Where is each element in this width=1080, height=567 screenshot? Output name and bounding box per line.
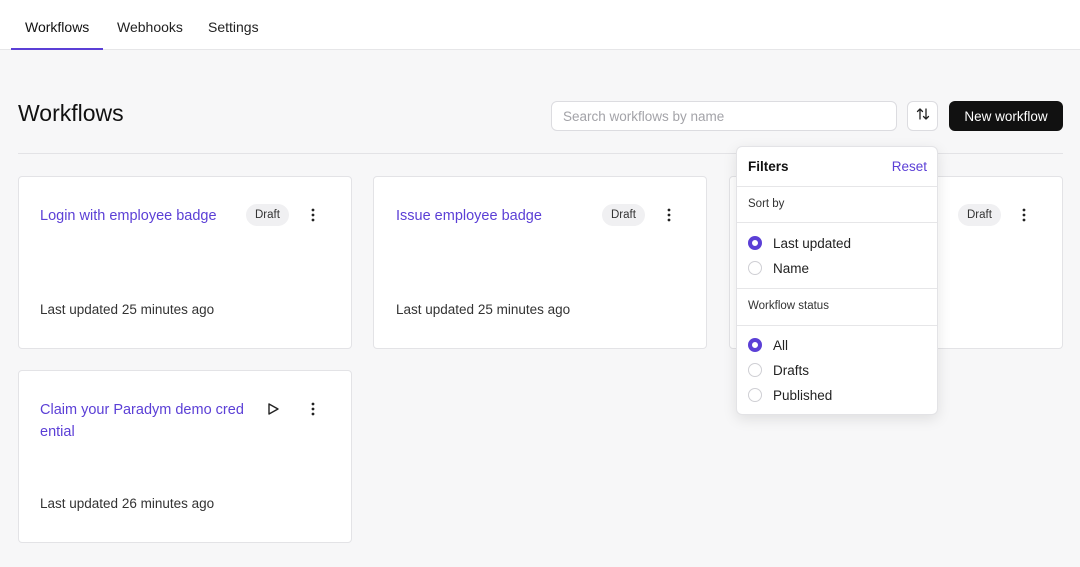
play-icon[interactable] — [264, 400, 282, 418]
radio-button[interactable] — [748, 363, 762, 377]
status-badge: Draft — [958, 204, 1001, 226]
radio-button[interactable] — [748, 261, 762, 275]
new-workflow-button[interactable]: New workflow — [949, 101, 1063, 131]
sort-arrows-icon — [916, 107, 930, 126]
radio-button-checked[interactable] — [748, 236, 762, 250]
divider — [737, 222, 937, 223]
filters-title: Filters — [748, 159, 789, 174]
search-input[interactable] — [551, 101, 897, 131]
last-updated-text: Last updated 26 minutes ago — [40, 496, 215, 511]
more-options-icon[interactable] — [304, 205, 322, 225]
radio-label: Last updated — [773, 235, 852, 251]
status-badge: Draft — [602, 204, 645, 226]
radio-button-checked[interactable] — [748, 338, 762, 352]
divider — [737, 288, 937, 289]
page-title: Workflows — [18, 100, 124, 126]
sort-option-last-updated[interactable]: Last updated — [748, 234, 851, 252]
active-tab-indicator — [11, 48, 103, 50]
tab-webhooks[interactable]: Webhooks — [117, 0, 183, 50]
status-badge: Draft — [246, 204, 289, 226]
top-navigation: Workflows Webhooks Settings — [0, 0, 1080, 50]
last-updated-text: Last updated 25 minutes ago — [396, 302, 571, 317]
last-updated-text: Last updated 25 minutes ago — [40, 302, 215, 317]
workflow-title[interactable]: Login with employee badge — [40, 205, 217, 227]
tab-settings[interactable]: Settings — [208, 0, 259, 50]
status-option-drafts[interactable]: Drafts — [748, 361, 809, 379]
status-option-published[interactable]: Published — [748, 386, 832, 404]
workflow-title-line: Claim your Paradym demo cred — [40, 402, 244, 418]
status-option-all[interactable]: All — [748, 336, 788, 354]
filters-popover: Filters Reset Sort by Last updated Name … — [736, 146, 938, 415]
workflow-title-line: ential — [40, 424, 75, 440]
workflow-title[interactable]: Claim your Paradym demo cred ential — [40, 399, 244, 443]
sort-option-name[interactable]: Name — [748, 259, 809, 277]
radio-label: All — [773, 337, 789, 353]
more-options-icon[interactable] — [660, 205, 678, 225]
more-options-icon[interactable] — [304, 399, 322, 419]
workflow-card[interactable]: Issue employee badge Draft Last updated … — [373, 176, 707, 349]
workflow-status-heading: Workflow status — [748, 300, 829, 312]
tab-workflows[interactable]: Workflows — [25, 0, 89, 50]
sort-button[interactable] — [907, 101, 938, 131]
more-options-icon[interactable] — [1015, 205, 1033, 225]
divider — [737, 186, 937, 187]
workflow-card[interactable]: Claim your Paradym demo cred ential Last… — [18, 370, 352, 543]
sort-by-heading: Sort by — [748, 198, 785, 210]
workflow-card[interactable]: Login with employee badge Draft Last upd… — [18, 176, 352, 349]
radio-label: Drafts — [773, 362, 810, 378]
radio-label: Name — [773, 260, 810, 276]
workflow-title[interactable]: Issue employee badge — [396, 205, 542, 227]
radio-button[interactable] — [748, 388, 762, 402]
divider — [737, 325, 937, 326]
reset-filters-link[interactable]: Reset — [892, 159, 927, 174]
radio-label: Published — [773, 387, 833, 403]
